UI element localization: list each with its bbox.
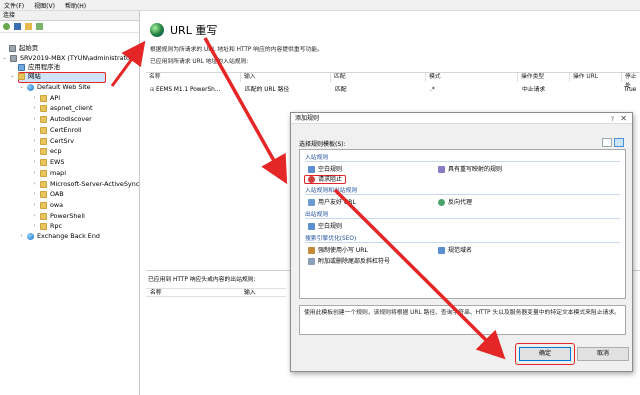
- arrow-to-site-header: [110, 40, 146, 87]
- arrow-to-ok-button: [333, 188, 506, 360]
- arrow-to-request-blocking: [203, 37, 288, 185]
- annotation-arrows: [110, 37, 506, 360]
